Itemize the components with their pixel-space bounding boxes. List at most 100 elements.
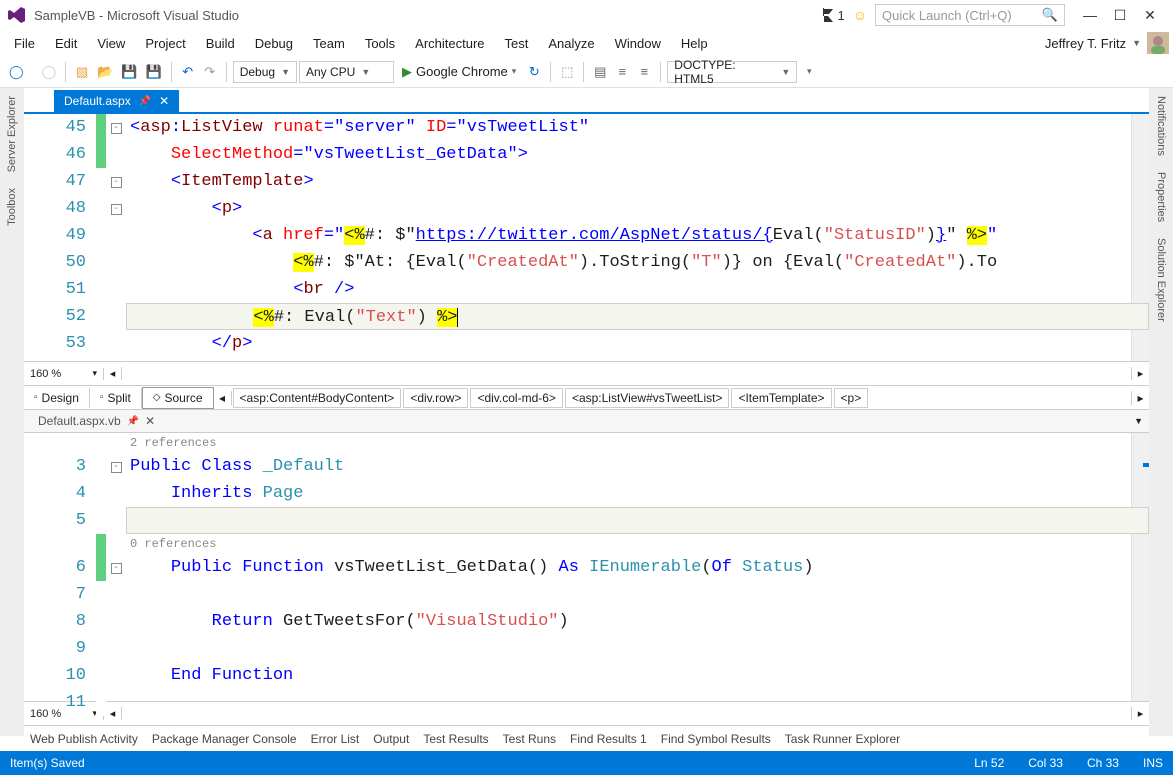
tool-tab[interactable]: Web Publish Activity xyxy=(30,732,138,746)
document-tab-active[interactable]: Default.aspx 📌 ✕ xyxy=(54,90,179,112)
tool-tab[interactable]: Find Symbol Results xyxy=(661,732,771,746)
server-explorer-tab[interactable]: Server Explorer xyxy=(4,88,20,180)
tool-tab[interactable]: Task Runner Explorer xyxy=(785,732,900,746)
tab-title: Default.aspx.vb xyxy=(38,414,121,428)
statusbar: Item(s) Saved Ln 52 Col 33 Ch 33 INS xyxy=(0,751,1173,775)
breadcrumb-item[interactable]: <ItemTemplate> xyxy=(731,388,831,408)
crumb-scroll-right[interactable]: ▸ xyxy=(1131,391,1149,405)
undo-button[interactable]: ↶ xyxy=(178,61,198,83)
menubar: File Edit View Project Build Debug Team … xyxy=(0,30,1173,56)
redo-button[interactable]: ↷ xyxy=(200,61,220,83)
close-button[interactable]: ✕ xyxy=(1135,7,1165,24)
extension-button[interactable]: ⬚ xyxy=(557,61,577,83)
breadcrumb-item[interactable]: <div.row> xyxy=(403,388,468,408)
notification-count: 1 xyxy=(837,8,844,23)
solution-explorer-tab[interactable]: Solution Explorer xyxy=(1153,230,1169,330)
menu-team[interactable]: Team xyxy=(303,33,355,54)
open-file-button[interactable]: 📂 xyxy=(94,61,116,83)
minimize-button[interactable]: — xyxy=(1075,7,1105,24)
tabstrip-dropdown[interactable]: ▼ xyxy=(1128,416,1149,426)
codelens[interactable]: 0 references xyxy=(126,534,1149,554)
pin-icon[interactable]: 📌 xyxy=(139,96,151,107)
menu-debug[interactable]: Debug xyxy=(245,33,303,54)
split-tab[interactable]: ▫Split xyxy=(90,388,142,408)
menu-architecture[interactable]: Architecture xyxy=(405,33,494,54)
breadcrumb-item[interactable]: <asp:ListView#vsTweetList> xyxy=(565,388,730,408)
quick-launch-input[interactable]: Quick Launch (Ctrl+Q) 🔍 xyxy=(875,4,1065,26)
platform-dropdown[interactable]: Any CPU▼ xyxy=(299,61,394,83)
tool-tab[interactable]: Test Runs xyxy=(503,732,556,746)
menu-window[interactable]: Window xyxy=(605,33,671,54)
status-col: Col 33 xyxy=(1028,756,1063,770)
hscroll-left[interactable]: ◂ xyxy=(104,367,122,380)
breadcrumb-item[interactable]: <p> xyxy=(834,388,869,408)
nav-back-button[interactable]: ◯← xyxy=(6,61,37,83)
main-toolbar: ◯← ◯ ▧ 📂 💾 💾 ↶ ↷ Debug▼ Any CPU▼ ▶ Googl… xyxy=(0,56,1173,88)
menu-edit[interactable]: Edit xyxy=(45,33,87,54)
properties-tab[interactable]: Properties xyxy=(1153,164,1169,230)
right-tool-pane: Notifications Properties Solution Explor… xyxy=(1149,88,1173,736)
tool-window-tabs: Web Publish Activity Package Manager Con… xyxy=(24,725,1149,751)
hscroll-right[interactable]: ▸ xyxy=(1131,367,1149,380)
browser-refresh-button[interactable]: ↻ xyxy=(524,61,544,83)
notifications-tab[interactable]: Notifications xyxy=(1153,88,1169,164)
status-message: Item(s) Saved xyxy=(10,756,85,770)
design-view-tabs: ▫Design ▫Split ◇Source ◂ <asp:Content#Bo… xyxy=(24,385,1149,409)
save-button[interactable]: 💾 xyxy=(118,61,140,83)
toolbar-overflow[interactable]: ▾ xyxy=(799,61,819,83)
new-project-button[interactable]: ▧ xyxy=(72,61,92,83)
notification-flag[interactable]: 1 xyxy=(822,8,845,23)
run-button[interactable]: ▶ Google Chrome ▾ xyxy=(396,64,522,80)
menu-test[interactable]: Test xyxy=(495,33,539,54)
document-tabstrip-bottom: Default.aspx.vb 📌 ✕ ▼ xyxy=(24,409,1149,433)
play-icon: ▶ xyxy=(402,64,412,80)
tool-tab[interactable]: Output xyxy=(373,732,409,746)
signed-in-user[interactable]: Jeffrey T. Fritz ▼ xyxy=(1045,32,1169,54)
code-editor-bottom[interactable]: ◫ 2 references 3-Public Class _Default 4… xyxy=(24,433,1149,701)
menu-help[interactable]: Help xyxy=(671,33,718,54)
nav-forward-button[interactable]: ◯ xyxy=(39,61,60,83)
config-dropdown[interactable]: Debug▼ xyxy=(233,61,297,83)
document-tabstrip: Default.aspx 📌 ✕ xyxy=(24,88,1149,114)
crumb-scroll-left[interactable]: ◂ xyxy=(214,391,232,405)
tool-tab[interactable]: Package Manager Console xyxy=(152,732,297,746)
status-ins: INS xyxy=(1143,756,1163,770)
design-tab[interactable]: ▫Design xyxy=(24,388,90,408)
tool-tab[interactable]: Error List xyxy=(311,732,360,746)
source-tab[interactable]: ◇Source xyxy=(142,387,214,409)
window-title: SampleVB - Microsoft Visual Studio xyxy=(34,8,239,23)
breadcrumb-item[interactable]: <asp:Content#BodyContent> xyxy=(233,388,402,408)
comment-button[interactable]: ▤ xyxy=(590,61,610,83)
toolbox-tab[interactable]: Toolbox xyxy=(4,180,20,234)
user-avatar xyxy=(1147,32,1169,54)
menu-view[interactable]: View xyxy=(87,33,135,54)
tool-tab[interactable]: Test Results xyxy=(423,732,488,746)
zoom-dropdown[interactable]: 160 %▾ xyxy=(24,368,104,380)
outdent-button[interactable]: ≡ xyxy=(634,61,654,83)
maximize-button[interactable]: ☐ xyxy=(1105,7,1135,24)
search-icon: 🔍 xyxy=(1042,7,1058,23)
close-tab-icon[interactable]: ✕ xyxy=(145,414,155,428)
document-tab-vb[interactable]: Default.aspx.vb 📌 ✕ xyxy=(28,411,165,431)
vs-logo-icon xyxy=(8,6,26,24)
doctype-dropdown[interactable]: DOCTYPE: HTML5▼ xyxy=(667,61,797,83)
pin-icon[interactable]: 📌 xyxy=(127,416,139,427)
titlebar: SampleVB - Microsoft Visual Studio 1 ☺ Q… xyxy=(0,0,1173,30)
save-all-button[interactable]: 💾 xyxy=(143,61,165,83)
menu-analyze[interactable]: Analyze xyxy=(538,33,604,54)
codelens[interactable]: 2 references xyxy=(126,433,1149,453)
breadcrumb-item[interactable]: <div.col-md-6> xyxy=(470,388,562,408)
code-editor-top[interactable]: ◫ 45-<asp:ListView runat="server" ID="vs… xyxy=(24,114,1149,361)
menu-file[interactable]: File xyxy=(4,33,45,54)
status-line: Ln 52 xyxy=(974,756,1004,770)
menu-project[interactable]: Project xyxy=(135,33,195,54)
left-tool-pane: Server Explorer Toolbox xyxy=(0,88,24,736)
quick-launch-placeholder: Quick Launch (Ctrl+Q) xyxy=(882,8,1012,23)
menu-build[interactable]: Build xyxy=(196,33,245,54)
tool-tab[interactable]: Find Results 1 xyxy=(570,732,647,746)
chevron-down-icon: ▼ xyxy=(1132,38,1141,48)
indent-button[interactable]: ≡ xyxy=(612,61,632,83)
menu-tools[interactable]: Tools xyxy=(355,33,405,54)
feedback-icon[interactable]: ☺ xyxy=(853,7,867,23)
close-tab-icon[interactable]: ✕ xyxy=(159,94,169,108)
